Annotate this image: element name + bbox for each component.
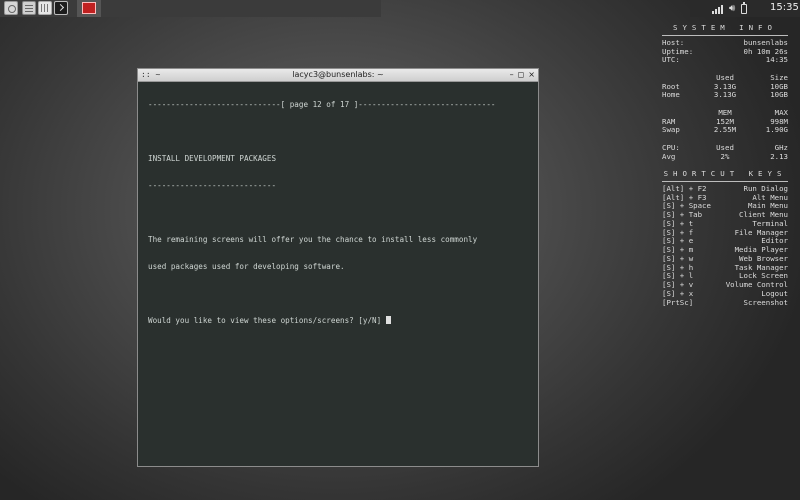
terminal-line: -----------------------------[ page 12 o… xyxy=(148,100,496,109)
window-title: lacyc3@bunsenlabs: ~ xyxy=(292,70,384,79)
cpu-row-avg: Avg 2% 2.13 xyxy=(662,151,788,161)
window-controls: – ◻ × xyxy=(510,69,535,80)
panel-clock[interactable]: 15:35 xyxy=(770,2,799,13)
maximize-button[interactable]: ◻ xyxy=(518,69,525,80)
disk-row-home: Home 3.13G 10GB xyxy=(662,90,788,100)
terminal-cursor xyxy=(385,316,391,324)
terminal-icon[interactable] xyxy=(54,1,68,15)
close-button[interactable]: × xyxy=(528,69,535,80)
terminal-prompt: Would you like to view these options/scr… xyxy=(148,316,386,325)
terminal-line: The remaining screens will offer you the… xyxy=(148,235,478,244)
conky-panel: SYSTEM INFO Host: bunsenlabs Uptime: 0h 10… xyxy=(662,23,788,307)
top-panel: 🔊︎ 15:35 xyxy=(0,0,800,17)
terminal-window[interactable]: :: ~ lacyc3@bunsenlabs: ~ – ◻ × --------… xyxy=(137,68,539,467)
taskbar-button-terminal[interactable] xyxy=(77,0,101,17)
shortcut-keys-title: SHORTCUT KEYS xyxy=(663,169,787,178)
battery-icon[interactable] xyxy=(741,2,748,14)
file-manager-icon[interactable] xyxy=(22,1,36,15)
terminal-prompt-line: Would you like to view these options/scr… xyxy=(148,316,534,325)
volume-icon[interactable]: 🔊︎ xyxy=(729,3,735,15)
terminal-line: INSTALL DEVELOPMENT PACKAGES xyxy=(148,154,277,163)
minimize-button[interactable]: – xyxy=(510,69,514,80)
terminal-output[interactable]: -----------------------------[ page 12 o… xyxy=(148,82,534,462)
divider xyxy=(662,34,788,36)
utc-row: UTC: 14:35 xyxy=(662,55,788,65)
shortcut-row: [PrtSc] Screenshot xyxy=(662,297,788,307)
network-signal-icon[interactable] xyxy=(712,4,723,14)
terminal-line: used packages used for developing softwa… xyxy=(148,262,345,271)
terminal-line: ---------------------------- xyxy=(148,181,277,190)
divider xyxy=(662,180,788,182)
terminal-window-icon xyxy=(82,2,96,14)
system-tray: 🔊︎ xyxy=(712,2,748,16)
text-editor-icon[interactable] xyxy=(38,1,52,15)
web-browser-icon[interactable] xyxy=(4,1,18,15)
mem-row-swap: Swap 2.55M 1.90G xyxy=(662,125,788,135)
system-info-title: SYSTEM INFO xyxy=(673,23,777,32)
window-titlebar[interactable]: :: ~ lacyc3@bunsenlabs: ~ – ◻ × xyxy=(138,69,538,82)
